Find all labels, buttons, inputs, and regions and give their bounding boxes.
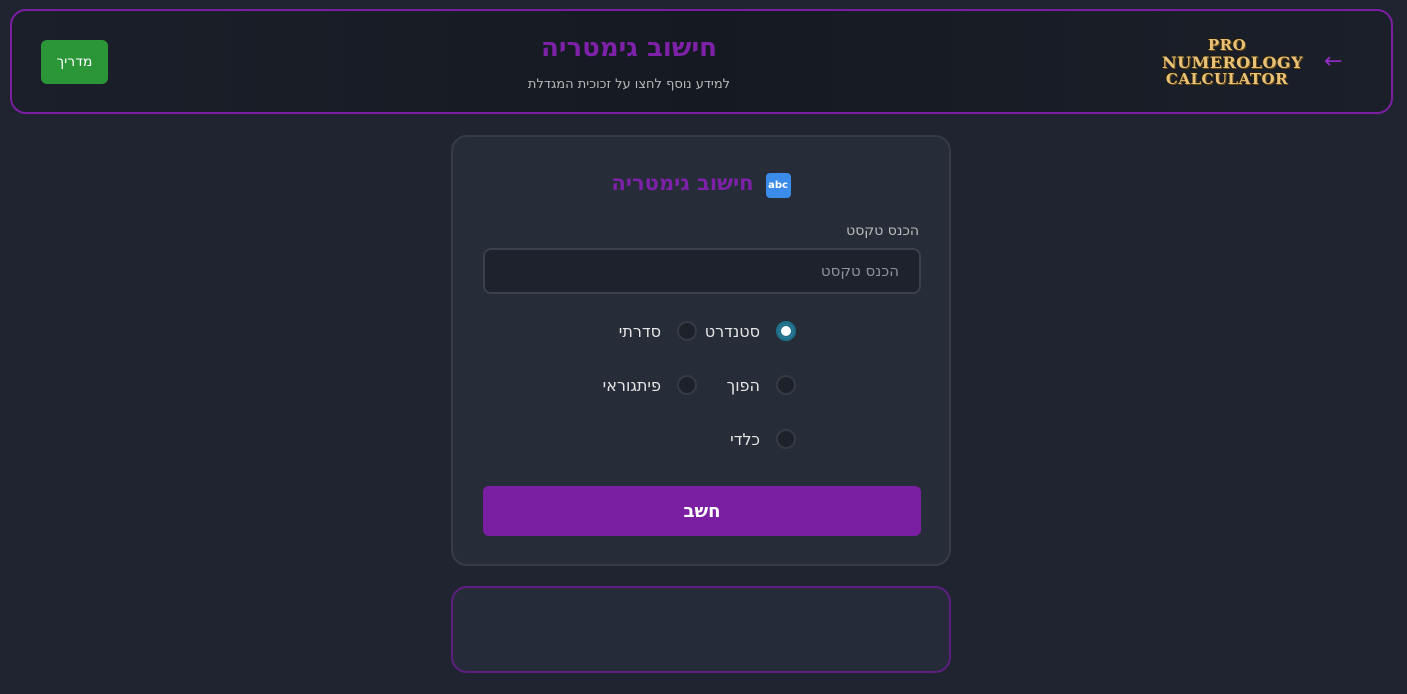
radio-ordinal-label: סדרתי: [618, 321, 661, 341]
radio-option-chaldean[interactable]: כלדי: [730, 428, 796, 450]
radio-option-reverse[interactable]: הפוך: [727, 374, 796, 396]
radio-reverse-circle[interactable]: [776, 375, 796, 395]
radio-ordinal-circle[interactable]: [677, 321, 697, 341]
logo-line-numerology: NUMEROLOGY: [1162, 53, 1303, 72]
text-input-label: הכנס טקסט: [846, 223, 919, 239]
radio-reverse-label: הפוך: [726, 375, 760, 395]
app-header: מדריך חישוב גימטריה למידע נוסף לחצו על ז…: [10, 9, 1393, 114]
gematria-card: abcחישוב גימטריה הכנס טקסט סטנדרט סדרתי …: [451, 135, 951, 566]
radio-chaldean-label: כלדי: [730, 429, 760, 449]
radio-chaldean-circle[interactable]: [776, 429, 796, 449]
abc-icon: abc: [765, 173, 791, 198]
text-input[interactable]: [483, 248, 921, 294]
radio-standard-circle[interactable]: [776, 321, 796, 341]
back-arrow-icon[interactable]: ←: [1324, 49, 1342, 74]
radio-pythagorean-circle[interactable]: [677, 375, 697, 395]
radio-option-ordinal[interactable]: סדרתי: [619, 320, 697, 342]
result-panel: [451, 586, 951, 673]
calculate-button[interactable]: חשב: [483, 486, 921, 536]
card-title-text: חישוב גימטריה: [611, 171, 754, 195]
radio-option-pythagorean[interactable]: פיתגוראי: [603, 374, 697, 396]
logo-line-calculator: CALCULATOR: [1165, 70, 1289, 88]
radio-option-standard[interactable]: סטנדרט: [705, 320, 796, 342]
radio-pythagorean-label: פיתגוראי: [602, 375, 661, 395]
radio-standard-label: סטנדרט: [704, 321, 760, 341]
logo-line-pro: PRO: [1207, 36, 1247, 54]
pro-numerology-logo[interactable]: PRO NUMEROLOGY CALCULATOR: [1162, 36, 1303, 88]
card-title: abc חישוב גימטריה: [453, 171, 949, 198]
